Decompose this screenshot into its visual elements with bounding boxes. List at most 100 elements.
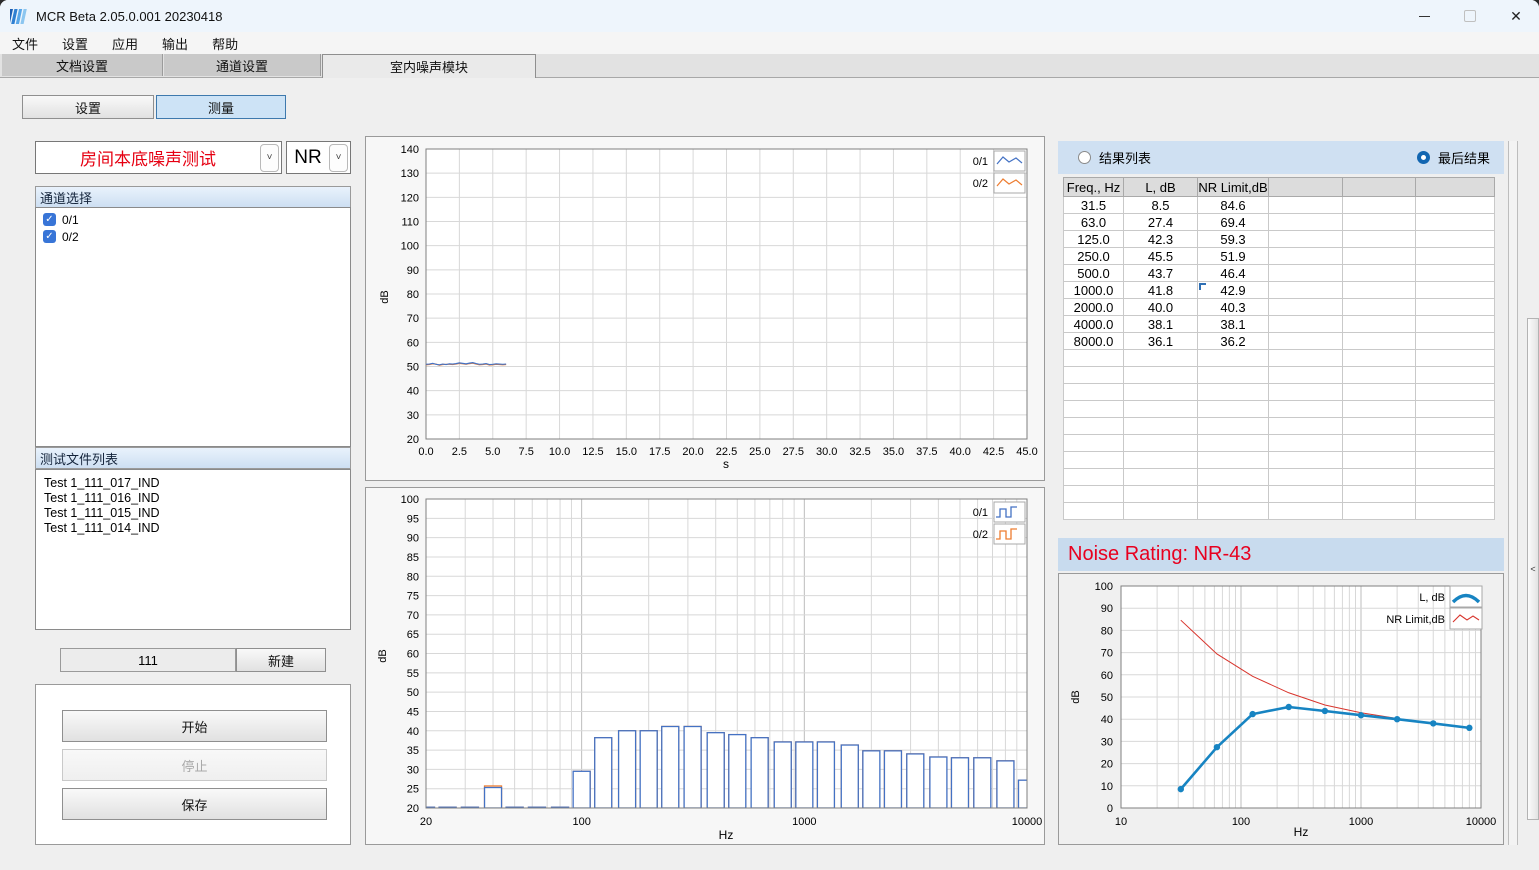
table-cell[interactable] bbox=[1124, 503, 1198, 520]
maximize-button[interactable] bbox=[1447, 0, 1493, 32]
table-cell[interactable] bbox=[1416, 452, 1495, 469]
table-cell[interactable] bbox=[1343, 316, 1416, 333]
table-cell[interactable]: 38.1 bbox=[1198, 316, 1269, 333]
table-row[interactable]: 31.58.584.6 bbox=[1064, 197, 1495, 214]
table-cell[interactable] bbox=[1416, 231, 1495, 248]
table-cell[interactable] bbox=[1064, 469, 1124, 486]
table-row[interactable] bbox=[1064, 452, 1495, 469]
table-cell[interactable] bbox=[1269, 265, 1343, 282]
table-cell[interactable] bbox=[1343, 333, 1416, 350]
table-cell[interactable] bbox=[1198, 384, 1269, 401]
table-cell[interactable]: 59.3 bbox=[1198, 231, 1269, 248]
table-row[interactable] bbox=[1064, 367, 1495, 384]
new-button[interactable]: 新建 bbox=[236, 648, 326, 672]
table-cell[interactable] bbox=[1269, 231, 1343, 248]
result-list-radio[interactable] bbox=[1078, 151, 1091, 164]
table-row[interactable] bbox=[1064, 384, 1495, 401]
table-cell[interactable]: 69.4 bbox=[1198, 214, 1269, 231]
table-cell[interactable] bbox=[1064, 367, 1124, 384]
table-cell[interactable] bbox=[1269, 197, 1343, 214]
table-cell[interactable] bbox=[1269, 452, 1343, 469]
table-cell[interactable]: 41.8 bbox=[1124, 282, 1198, 299]
table-cell[interactable] bbox=[1064, 435, 1124, 452]
table-cell[interactable] bbox=[1343, 350, 1416, 367]
tab-measure[interactable]: 测量 bbox=[156, 95, 286, 119]
save-button[interactable]: 保存 bbox=[62, 788, 327, 820]
table-cell[interactable] bbox=[1064, 418, 1124, 435]
table-cell[interactable] bbox=[1124, 452, 1198, 469]
table-row[interactable] bbox=[1064, 503, 1495, 520]
table-cell[interactable] bbox=[1269, 214, 1343, 231]
file-list-item[interactable]: Test 1_111_015_IND bbox=[36, 506, 350, 521]
chevron-down-icon[interactable]: ˅ bbox=[329, 144, 348, 172]
table-cell[interactable] bbox=[1416, 384, 1495, 401]
table-cell[interactable] bbox=[1416, 282, 1495, 299]
menu-item-帮助[interactable]: 帮助 bbox=[200, 32, 250, 54]
table-cell[interactable] bbox=[1269, 435, 1343, 452]
table-row[interactable] bbox=[1064, 469, 1495, 486]
right-scroll-track[interactable] bbox=[1508, 141, 1518, 845]
table-cell[interactable]: 31.5 bbox=[1064, 197, 1124, 214]
table-cell[interactable] bbox=[1269, 401, 1343, 418]
tab-室内噪声模块[interactable]: 室内噪声模块 bbox=[322, 54, 536, 78]
table-row[interactable]: 125.042.359.3 bbox=[1064, 231, 1495, 248]
table-row[interactable]: 4000.038.138.1 bbox=[1064, 316, 1495, 333]
table-cell[interactable] bbox=[1198, 452, 1269, 469]
table-cell[interactable]: 51.9 bbox=[1198, 248, 1269, 265]
results-table[interactable]: Freq., HzL, dBNR Limit,dB31.58.584.663.0… bbox=[1063, 177, 1495, 520]
table-cell[interactable] bbox=[1124, 384, 1198, 401]
table-cell[interactable] bbox=[1124, 435, 1198, 452]
table-cell[interactable] bbox=[1343, 214, 1416, 231]
table-cell[interactable] bbox=[1269, 486, 1343, 503]
table-cell[interactable] bbox=[1343, 265, 1416, 282]
table-cell[interactable] bbox=[1343, 503, 1416, 520]
table-cell[interactable]: 125.0 bbox=[1064, 231, 1124, 248]
table-cell[interactable]: 8000.0 bbox=[1064, 333, 1124, 350]
table-cell[interactable] bbox=[1416, 435, 1495, 452]
table-cell[interactable] bbox=[1343, 486, 1416, 503]
table-cell[interactable] bbox=[1416, 316, 1495, 333]
last-result-radio[interactable] bbox=[1417, 151, 1430, 164]
table-cell[interactable]: 43.7 bbox=[1124, 265, 1198, 282]
table-cell[interactable]: 45.5 bbox=[1124, 248, 1198, 265]
table-cell[interactable] bbox=[1269, 469, 1343, 486]
tab-通道设置[interactable]: 通道设置 bbox=[164, 54, 321, 76]
table-cell[interactable]: 4000.0 bbox=[1064, 316, 1124, 333]
table-row[interactable]: 8000.036.136.2 bbox=[1064, 333, 1495, 350]
table-cell[interactable]: 500.0 bbox=[1064, 265, 1124, 282]
table-cell[interactable]: 40.0 bbox=[1124, 299, 1198, 316]
checkbox-checked-icon[interactable]: ✓ bbox=[43, 213, 56, 226]
table-cell[interactable] bbox=[1343, 367, 1416, 384]
tab-文档设置[interactable]: 文档设置 bbox=[2, 54, 163, 76]
table-cell[interactable]: 8.5 bbox=[1124, 197, 1198, 214]
table-cell[interactable] bbox=[1198, 503, 1269, 520]
table-cell[interactable] bbox=[1416, 401, 1495, 418]
menu-item-文件[interactable]: 文件 bbox=[0, 32, 50, 54]
table-cell[interactable]: 42.3 bbox=[1124, 231, 1198, 248]
panel-collapse-splitter[interactable]: < bbox=[1527, 318, 1539, 820]
table-cell[interactable] bbox=[1124, 469, 1198, 486]
table-row[interactable]: 1000.041.842.9 bbox=[1064, 282, 1495, 299]
table-cell[interactable] bbox=[1198, 401, 1269, 418]
table-cell[interactable] bbox=[1269, 333, 1343, 350]
menu-item-输出[interactable]: 输出 bbox=[150, 32, 200, 54]
table-cell[interactable] bbox=[1198, 469, 1269, 486]
table-cell[interactable]: 63.0 bbox=[1064, 214, 1124, 231]
table-cell[interactable] bbox=[1198, 418, 1269, 435]
file-list-item[interactable]: Test 1_111_017_IND bbox=[36, 476, 350, 491]
table-cell[interactable] bbox=[1416, 486, 1495, 503]
table-cell[interactable]: 1000.0 bbox=[1064, 282, 1124, 299]
table-cell[interactable] bbox=[1124, 418, 1198, 435]
file-name-input[interactable] bbox=[60, 648, 236, 672]
table-cell[interactable] bbox=[1198, 367, 1269, 384]
table-cell[interactable] bbox=[1124, 401, 1198, 418]
table-cell[interactable] bbox=[1124, 350, 1198, 367]
table-cell[interactable] bbox=[1343, 435, 1416, 452]
table-row[interactable] bbox=[1064, 418, 1495, 435]
table-cell[interactable] bbox=[1269, 367, 1343, 384]
table-cell[interactable] bbox=[1269, 503, 1343, 520]
table-cell[interactable] bbox=[1343, 384, 1416, 401]
table-cell[interactable]: 27.4 bbox=[1124, 214, 1198, 231]
table-row[interactable]: 250.045.551.9 bbox=[1064, 248, 1495, 265]
table-cell[interactable] bbox=[1269, 299, 1343, 316]
